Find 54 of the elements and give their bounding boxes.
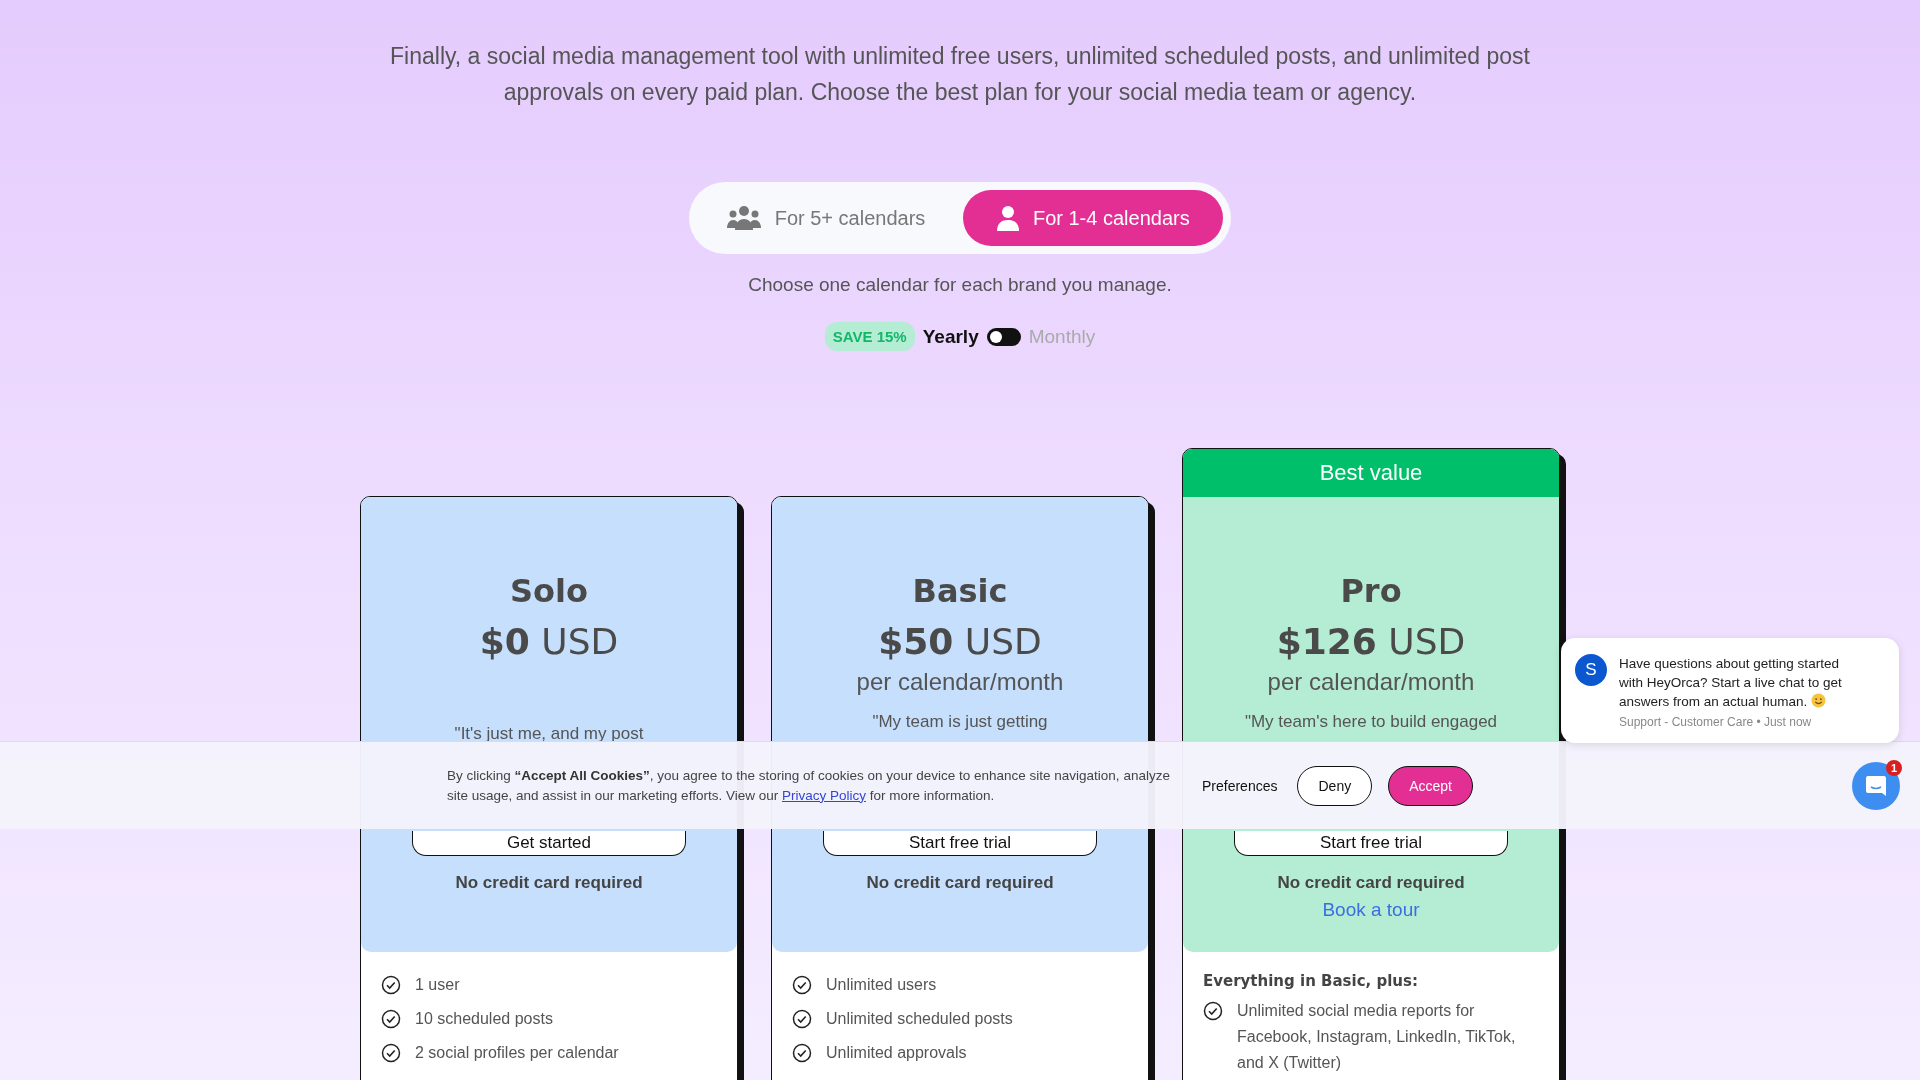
check-circle-icon — [792, 1009, 812, 1029]
feature-text: 10 scheduled posts — [415, 1009, 553, 1029]
subtitle: Finally, a social media management tool with unlimited free users, unlimited scheduled posts, and unlimited post approvals on every paid plan. Choose the best plan for your social media team or agency. — [389, 42, 1531, 107]
check-circle-icon — [381, 1043, 401, 1063]
check-circle-icon — [381, 1009, 401, 1029]
features-heading: Everything in Basic, plus: — [1203, 972, 1419, 990]
check-circle-icon — [381, 975, 401, 995]
billing-toggle[interactable] — [986, 327, 1021, 346]
group-icon — [726, 205, 761, 231]
calendar-hint: Choose one calendar for each brand you manage. — [748, 274, 1172, 296]
cookie-button[interactable]: Deny — [1297, 765, 1373, 806]
chat-meta: Support - Customer Care • Just now — [1619, 715, 1813, 729]
feature-text: Unlimited users — [826, 975, 937, 995]
feature-text: Unlimited approvals — [826, 1043, 967, 1063]
plan-quote: "My team's here to build engaged — [1244, 712, 1498, 732]
check-circle-icon — [792, 1043, 812, 1063]
plan-price: $126 USD — [1276, 621, 1466, 662]
agent-avatar: S — [1575, 654, 1607, 686]
cookie-button[interactable]: Preferences — [1198, 765, 1282, 806]
feature-text: Unlimited social media reports for Facebook, Instagram, LinkedIn, TikTok, and X (Twitter) — [1237, 1001, 1517, 1073]
plan-period: per calendar/month — [1267, 668, 1475, 697]
plan-button[interactable]: Start free trial — [1234, 831, 1508, 856]
plan-name: Pro — [1340, 572, 1402, 610]
check-circle-icon — [792, 975, 812, 995]
book-tour-link[interactable]: Book a tour — [1322, 899, 1420, 921]
person-icon — [996, 205, 1019, 231]
plan-quote: "My team is just getting — [872, 712, 1048, 732]
feature-text: Unlimited scheduled posts — [826, 1009, 1013, 1029]
plan-button[interactable]: Start free trial — [823, 831, 1097, 856]
plan-price: $50 USD — [878, 621, 1042, 662]
plan-name: Solo — [510, 572, 588, 610]
best-value-ribbon: Best value — [1183, 449, 1559, 497]
discount-badge: SAVE 15% — [824, 322, 915, 351]
plan-note: No credit card required — [866, 873, 1054, 893]
plan-period: per calendar/month — [856, 668, 1064, 697]
cookie-button[interactable]: Accept — [1388, 765, 1473, 806]
cookie-notice: By clicking “Accept All Cookies”, you agree to the storing of cookies on your device to enhance site navigation, analyze site usage, and assist in our marketing efforts. View our Privacy Policy for more information. — [447, 766, 1171, 805]
plan-quote: "It's just me, and my post — [454, 724, 644, 744]
plan-note: No credit card required — [455, 873, 643, 893]
audience-tab[interactable]: For 1-4 calendars — [963, 190, 1224, 246]
chat-message: Have questions about getting started with HeyOrca? Start a live chat to get answers from an actual human. — [1619, 655, 1843, 711]
plan-name: Basic — [912, 572, 1008, 610]
feature-text: 2 social profiles per calendar — [415, 1043, 619, 1063]
plan-note: No credit card required — [1277, 873, 1465, 893]
plan-price: $0 USD — [479, 621, 619, 662]
feature-text: 1 user — [415, 975, 460, 995]
check-circle-icon — [1203, 1001, 1223, 1021]
billing-option[interactable]: Yearly — [922, 325, 979, 348]
privacy-policy-link[interactable]: Privacy Policy — [781, 787, 866, 803]
chat-icon — [1865, 775, 1887, 797]
chat-popup[interactable]: S Have questions about getting started with HeyOrca? Start a live chat to get answers from an actual human. Support - Customer Care • Just now — [1561, 638, 1899, 743]
plan-button[interactable]: Get started — [412, 831, 686, 856]
audience-tab[interactable]: For 5+ calendars — [696, 190, 956, 246]
smile-icon — [1811, 693, 1827, 708]
